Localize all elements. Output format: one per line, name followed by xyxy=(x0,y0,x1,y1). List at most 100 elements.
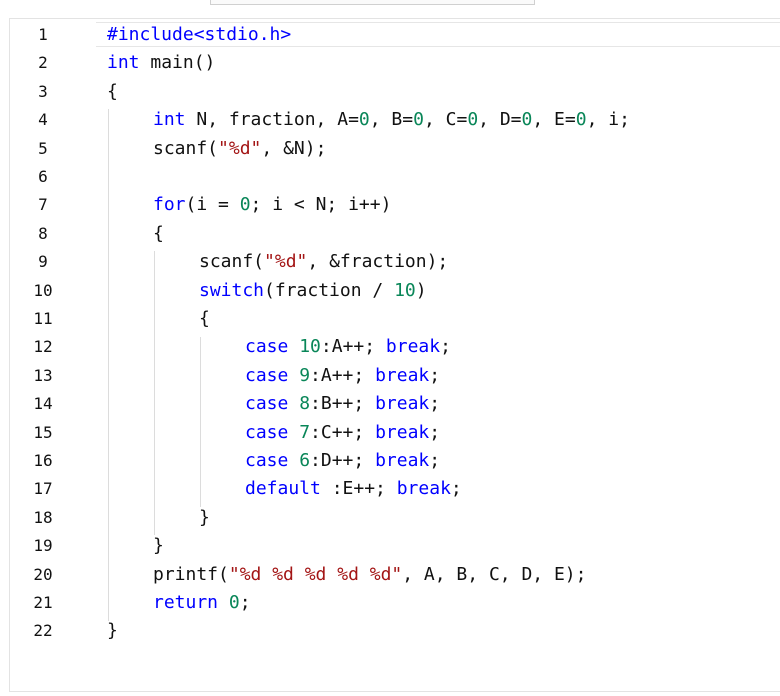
code-line[interactable]: case 8:B++; break; xyxy=(245,390,440,418)
number-token: 8 xyxy=(299,393,311,415)
code-token: ; xyxy=(429,364,441,386)
code-token: :A++; xyxy=(320,336,386,358)
code-token: ; xyxy=(239,592,251,613)
line-number: 3 xyxy=(38,81,48,101)
number-token: 0 xyxy=(521,109,533,131)
code-token: ; xyxy=(429,393,441,415)
number-token: 6 xyxy=(299,450,311,471)
code-token: } xyxy=(153,535,164,557)
code-line[interactable]: case 7:C++; break; xyxy=(245,419,440,447)
code-line[interactable]: printf("%d %d %d %d %d", A, B, C, D, E); xyxy=(153,561,586,589)
line-number: 5 xyxy=(38,138,48,158)
number-token: 0 xyxy=(467,109,479,131)
code-token: { xyxy=(107,80,118,102)
code-line[interactable]: } xyxy=(153,532,164,560)
code-line[interactable]: case 6:D++; break; xyxy=(245,447,440,475)
code-token: :E++; xyxy=(320,478,397,500)
code-token: :D++; xyxy=(310,450,376,471)
code-line[interactable]: { xyxy=(199,305,210,333)
code-token: scanf( xyxy=(199,251,265,273)
code-line[interactable]: } xyxy=(199,504,210,532)
keyword-token: break xyxy=(375,364,430,386)
code-line[interactable]: case 9:A++; break; xyxy=(245,362,440,390)
indent-guide-level1 xyxy=(108,109,109,621)
number-token: 9 xyxy=(299,364,311,386)
number-token: 0 xyxy=(228,592,240,613)
indent-guide-level3 xyxy=(200,337,201,507)
number-token: 0 xyxy=(358,109,370,131)
code-token: ; xyxy=(429,421,441,443)
line-number: 15 xyxy=(33,422,53,442)
line-number: 7 xyxy=(38,195,48,215)
keyword-token: case xyxy=(245,393,289,415)
code-token: , i; xyxy=(586,109,630,131)
number-token: 0 xyxy=(239,194,251,216)
code-token: { xyxy=(153,222,164,244)
keyword-token: return xyxy=(153,592,219,613)
line-number: 12 xyxy=(33,337,53,357)
code-line[interactable]: case 10:A++; break; xyxy=(245,333,451,361)
code-line[interactable]: int main() xyxy=(107,49,215,77)
keyword-token: switch xyxy=(199,279,265,301)
code-line[interactable]: } xyxy=(107,617,118,645)
code-line[interactable]: scanf("%d", &N); xyxy=(153,135,326,163)
code-line[interactable]: int N, fraction, A=0, B=0, C=0, D=0, E=0… xyxy=(153,106,630,134)
code-line[interactable]: { xyxy=(153,220,164,248)
line-number: 18 xyxy=(33,507,53,527)
code-line[interactable]: return 0; xyxy=(153,589,251,617)
line-number: 14 xyxy=(33,394,53,414)
code-token: , E= xyxy=(532,109,576,131)
keyword-token: for xyxy=(153,194,186,216)
code-token: :B++; xyxy=(310,393,376,415)
code-token: ; xyxy=(450,478,462,500)
number-token: 7 xyxy=(299,421,311,443)
code-token: main() xyxy=(139,52,216,74)
keyword-token: break xyxy=(375,450,430,471)
code-token: :C++; xyxy=(310,421,376,443)
line-number: 1 xyxy=(38,25,48,44)
string-token: "%d" xyxy=(218,137,262,159)
code-token: ; xyxy=(440,336,451,358)
top-tab-edge xyxy=(210,0,535,5)
keyword-token: int xyxy=(107,52,140,74)
code-token: printf( xyxy=(153,563,229,585)
keyword-token: case xyxy=(245,450,289,471)
keyword-token: case xyxy=(245,364,289,386)
keyword-token: break xyxy=(375,393,430,415)
code-token: (fraction / xyxy=(264,279,395,301)
line-number: 4 xyxy=(38,110,48,130)
keyword-token: break xyxy=(375,421,430,443)
code-token: , &fraction); xyxy=(307,251,449,273)
code-token: , C= xyxy=(423,109,468,131)
code-line[interactable]: { xyxy=(107,78,118,106)
code-token: ; xyxy=(429,450,441,471)
code-line[interactable]: #include<stdio.h> xyxy=(107,21,291,49)
string-token: "%d %d %d %d %d" xyxy=(228,563,403,585)
number-token: 0 xyxy=(413,109,424,131)
keyword-token: break xyxy=(385,336,441,358)
string-token: "%d" xyxy=(264,251,308,273)
code-line[interactable]: for(i = 0; i < N; i++) xyxy=(153,191,391,219)
code-token: (i = xyxy=(185,194,240,216)
keyword-token: break xyxy=(396,478,451,500)
code-line[interactable]: scanf("%d", &fraction); xyxy=(199,248,448,276)
line-number: 9 xyxy=(38,252,48,272)
keyword-token: int xyxy=(153,109,186,131)
indent-guide-level2 xyxy=(154,251,155,535)
code-token: :A++; xyxy=(310,364,376,386)
code-token: ; i < N; i++) xyxy=(250,194,392,216)
line-number: 10 xyxy=(33,280,53,300)
code-token: , D= xyxy=(478,109,522,131)
code-line[interactable]: default :E++; break; xyxy=(245,475,462,503)
line-number: 2 xyxy=(38,53,48,73)
code-token: } xyxy=(107,620,118,642)
line-number: 8 xyxy=(38,223,48,243)
line-number: 6 xyxy=(38,167,48,186)
code-token: , A, B, C, D, E); xyxy=(402,563,587,585)
line-number: 13 xyxy=(33,365,53,385)
code-line[interactable]: switch(fraction / 10) xyxy=(199,277,427,305)
